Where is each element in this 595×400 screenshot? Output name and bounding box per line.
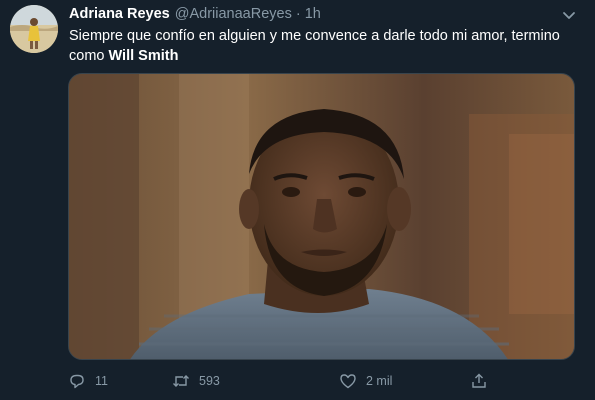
heart-icon xyxy=(340,374,356,389)
tweet-text-bold: Will Smith xyxy=(108,48,179,64)
retweet-count: 593 xyxy=(199,374,220,388)
reply-button[interactable]: 11 xyxy=(68,368,108,394)
tweet-text: Siempre que confío en alguien y me conve… xyxy=(69,26,579,66)
chevron-down-icon xyxy=(563,12,575,19)
tweet-media[interactable] xyxy=(68,73,575,360)
tweet-header: Adriana Reyes @AdriianaaReyes · 1h xyxy=(69,6,321,24)
retweet-button[interactable]: 593 xyxy=(172,368,220,394)
like-count: 2 mil xyxy=(366,374,393,388)
retweet-icon xyxy=(173,375,189,387)
author-name[interactable]: Adriana Reyes xyxy=(69,6,170,22)
tweet-timestamp[interactable]: 1h xyxy=(305,6,321,22)
reply-icon xyxy=(70,374,84,389)
header-separator: · xyxy=(295,6,301,22)
author-handle[interactable]: @AdriianaaReyes xyxy=(175,6,292,22)
like-button[interactable]: 2 mil xyxy=(339,368,392,394)
share-button[interactable] xyxy=(470,368,488,394)
tweet[interactable]: Adriana Reyes @AdriianaaReyes · 1h Siemp… xyxy=(0,0,595,400)
more-options-button[interactable] xyxy=(560,6,578,24)
avatar-image xyxy=(10,5,58,53)
photo-will-smith xyxy=(69,74,574,359)
share-icon xyxy=(472,373,486,388)
reply-count: 11 xyxy=(95,374,108,388)
tweet-actions: 11 593 2 mil xyxy=(68,368,498,394)
avatar[interactable] xyxy=(10,5,58,53)
